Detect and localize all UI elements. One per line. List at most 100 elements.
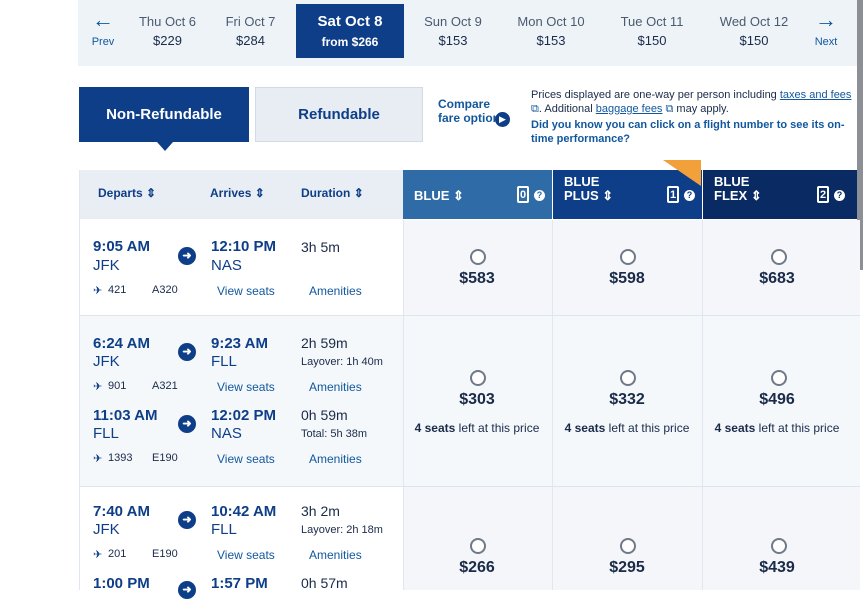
refundable-tab[interactable]: Refundable xyxy=(255,87,423,142)
fare-price: $583 xyxy=(459,270,495,287)
flight-number-link[interactable]: 201 xyxy=(108,548,126,560)
view-seats-link[interactable]: View seats xyxy=(217,452,275,466)
fare-price: $496 xyxy=(759,391,795,408)
departure-time: 1:00 PM xyxy=(93,575,150,592)
view-seats-link[interactable]: View seats xyxy=(217,284,275,298)
help-icon[interactable]: ? xyxy=(684,190,695,201)
arrival-time: 12:02 PM xyxy=(211,407,277,424)
view-seats-link[interactable]: View seats xyxy=(217,548,275,562)
fare-radio[interactable] xyxy=(470,249,486,265)
bag-icon: 2 xyxy=(817,186,829,203)
fare-name: PLUS xyxy=(564,188,599,203)
fare-price: $332 xyxy=(609,391,645,408)
flight-details-icon[interactable]: ➜ xyxy=(178,511,196,529)
flight-details-icon[interactable]: ➜ xyxy=(178,343,196,361)
tab-caret-icon xyxy=(157,142,173,151)
date-option[interactable]: Tue Oct 11 $150 xyxy=(610,0,694,60)
fare-radio[interactable] xyxy=(771,370,787,386)
date-label: Thu Oct 6 xyxy=(138,14,197,29)
external-link-icon: ⧉ xyxy=(665,103,674,115)
flight-number-link[interactable]: 421 xyxy=(108,284,126,296)
info-text: Prices displayed are one-way per person … xyxy=(531,89,777,101)
arrival-time: 10:42 AM xyxy=(211,503,277,520)
fare-radio[interactable] xyxy=(620,370,636,386)
on-time-question: Did you know you can click on a flight n… xyxy=(531,119,845,145)
bag-count: 1 xyxy=(669,189,677,201)
departure-time: 6:24 AM xyxy=(93,335,150,352)
fare-radio[interactable] xyxy=(620,538,636,554)
fare-cells xyxy=(403,220,860,315)
aircraft-type: E190 xyxy=(152,548,178,560)
fare-radio[interactable] xyxy=(620,249,636,265)
help-icon[interactable]: ? xyxy=(834,190,845,201)
seats-left: 4 seats left at this price xyxy=(402,421,552,435)
sort-arrives[interactable]: Arrives ⇕ xyxy=(210,186,265,200)
date-option[interactable]: Sun Oct 9 $153 xyxy=(412,0,494,60)
date-label: Wed Oct 12 xyxy=(719,14,789,29)
departure-time: 11:03 AM xyxy=(93,407,158,424)
divider xyxy=(79,170,80,590)
amenities-link[interactable]: Amenities xyxy=(309,548,362,562)
plane-icon: ✈ xyxy=(93,549,103,561)
departure-airport: JFK xyxy=(93,521,120,538)
sort-icon: ⇕ xyxy=(254,186,265,200)
fare-price: $266 xyxy=(459,559,495,576)
price-info: Prices displayed are one-way per person … xyxy=(531,88,856,146)
date-option[interactable]: Fri Oct 7 $284 xyxy=(213,0,288,60)
fare-radio[interactable] xyxy=(470,370,486,386)
amenities-link[interactable]: Amenities xyxy=(309,284,362,298)
fare-price: $439 xyxy=(759,559,795,576)
baggage-fees-link[interactable]: baggage fees xyxy=(596,103,663,115)
aircraft-type: A320 xyxy=(152,284,178,296)
aircraft-type: E190 xyxy=(152,452,178,464)
total-duration: Total: 5h 38m xyxy=(301,428,368,440)
flight-details-icon[interactable]: ➜ xyxy=(178,247,196,265)
fare-price: $598 xyxy=(609,270,645,287)
date-label: Sun Oct 9 xyxy=(424,14,482,29)
date-price: $284 xyxy=(236,33,265,48)
amenities-link[interactable]: Amenities xyxy=(309,452,362,466)
fare-radio[interactable] xyxy=(470,538,486,554)
non-refundable-tab[interactable]: Non-Refundable xyxy=(79,87,249,142)
next-dates-button[interactable]: → Next xyxy=(801,0,851,60)
fare-radio[interactable] xyxy=(771,538,787,554)
fare-header-blue[interactable]: BLUE ⇕ 0 ? xyxy=(403,170,552,219)
seats-suffix: left at this price xyxy=(758,421,840,435)
view-seats-link[interactable]: View seats xyxy=(217,380,275,394)
arrival-time: 12:10 PM xyxy=(211,238,277,255)
flight-number-link[interactable]: 901 xyxy=(108,380,126,392)
date-price: $150 xyxy=(637,33,667,48)
bag-icon: 0 xyxy=(517,186,529,203)
sort-duration[interactable]: Duration ⇕ xyxy=(301,186,364,200)
taxes-fees-link[interactable]: taxes and fees xyxy=(780,89,852,101)
date-option[interactable]: Mon Oct 10 $153 xyxy=(508,0,594,60)
fare-price: $295 xyxy=(609,559,645,576)
play-circle-icon[interactable]: ▶ xyxy=(495,112,510,127)
flight-number-link[interactable]: 1393 xyxy=(108,452,132,464)
column-label: Departs xyxy=(98,186,143,200)
date-option[interactable]: Wed Oct 12 $150 xyxy=(710,0,798,60)
arrival-airport: FLL xyxy=(211,353,237,370)
flight-details-icon[interactable]: ➜ xyxy=(178,581,196,599)
date-option[interactable]: Thu Oct 6 $229 xyxy=(130,0,205,60)
info-text: Additional xyxy=(544,103,593,115)
date-option-selected[interactable]: Sat Oct 8 from $266 xyxy=(296,4,404,58)
seats-suffix: left at this price xyxy=(458,421,540,435)
fare-radio[interactable] xyxy=(771,249,787,265)
prev-label: Prev xyxy=(91,36,115,48)
departure-time: 7:40 AM xyxy=(93,503,150,520)
help-icon[interactable]: ? xyxy=(534,190,545,201)
column-label: Duration xyxy=(301,186,351,200)
seats-count: 4 seats xyxy=(414,421,456,435)
departure-airport: JFK xyxy=(93,353,120,370)
sort-departs[interactable]: Departs ⇕ xyxy=(98,186,156,200)
flight-details-icon[interactable]: ➜ xyxy=(178,415,196,433)
fare-price: $683 xyxy=(759,270,795,287)
date-label: Tue Oct 11 xyxy=(620,14,684,29)
amenities-link[interactable]: Amenities xyxy=(309,380,362,394)
prev-dates-button[interactable]: ← Prev xyxy=(78,0,128,60)
fare-header-blue-flex[interactable]: BLUE FLEX ⇕ 2 ? xyxy=(703,170,857,219)
sort-icon: ⇕ xyxy=(750,188,762,203)
arrival-time: 1:57 PM xyxy=(211,575,268,592)
bag-icon: 1 xyxy=(667,186,679,203)
